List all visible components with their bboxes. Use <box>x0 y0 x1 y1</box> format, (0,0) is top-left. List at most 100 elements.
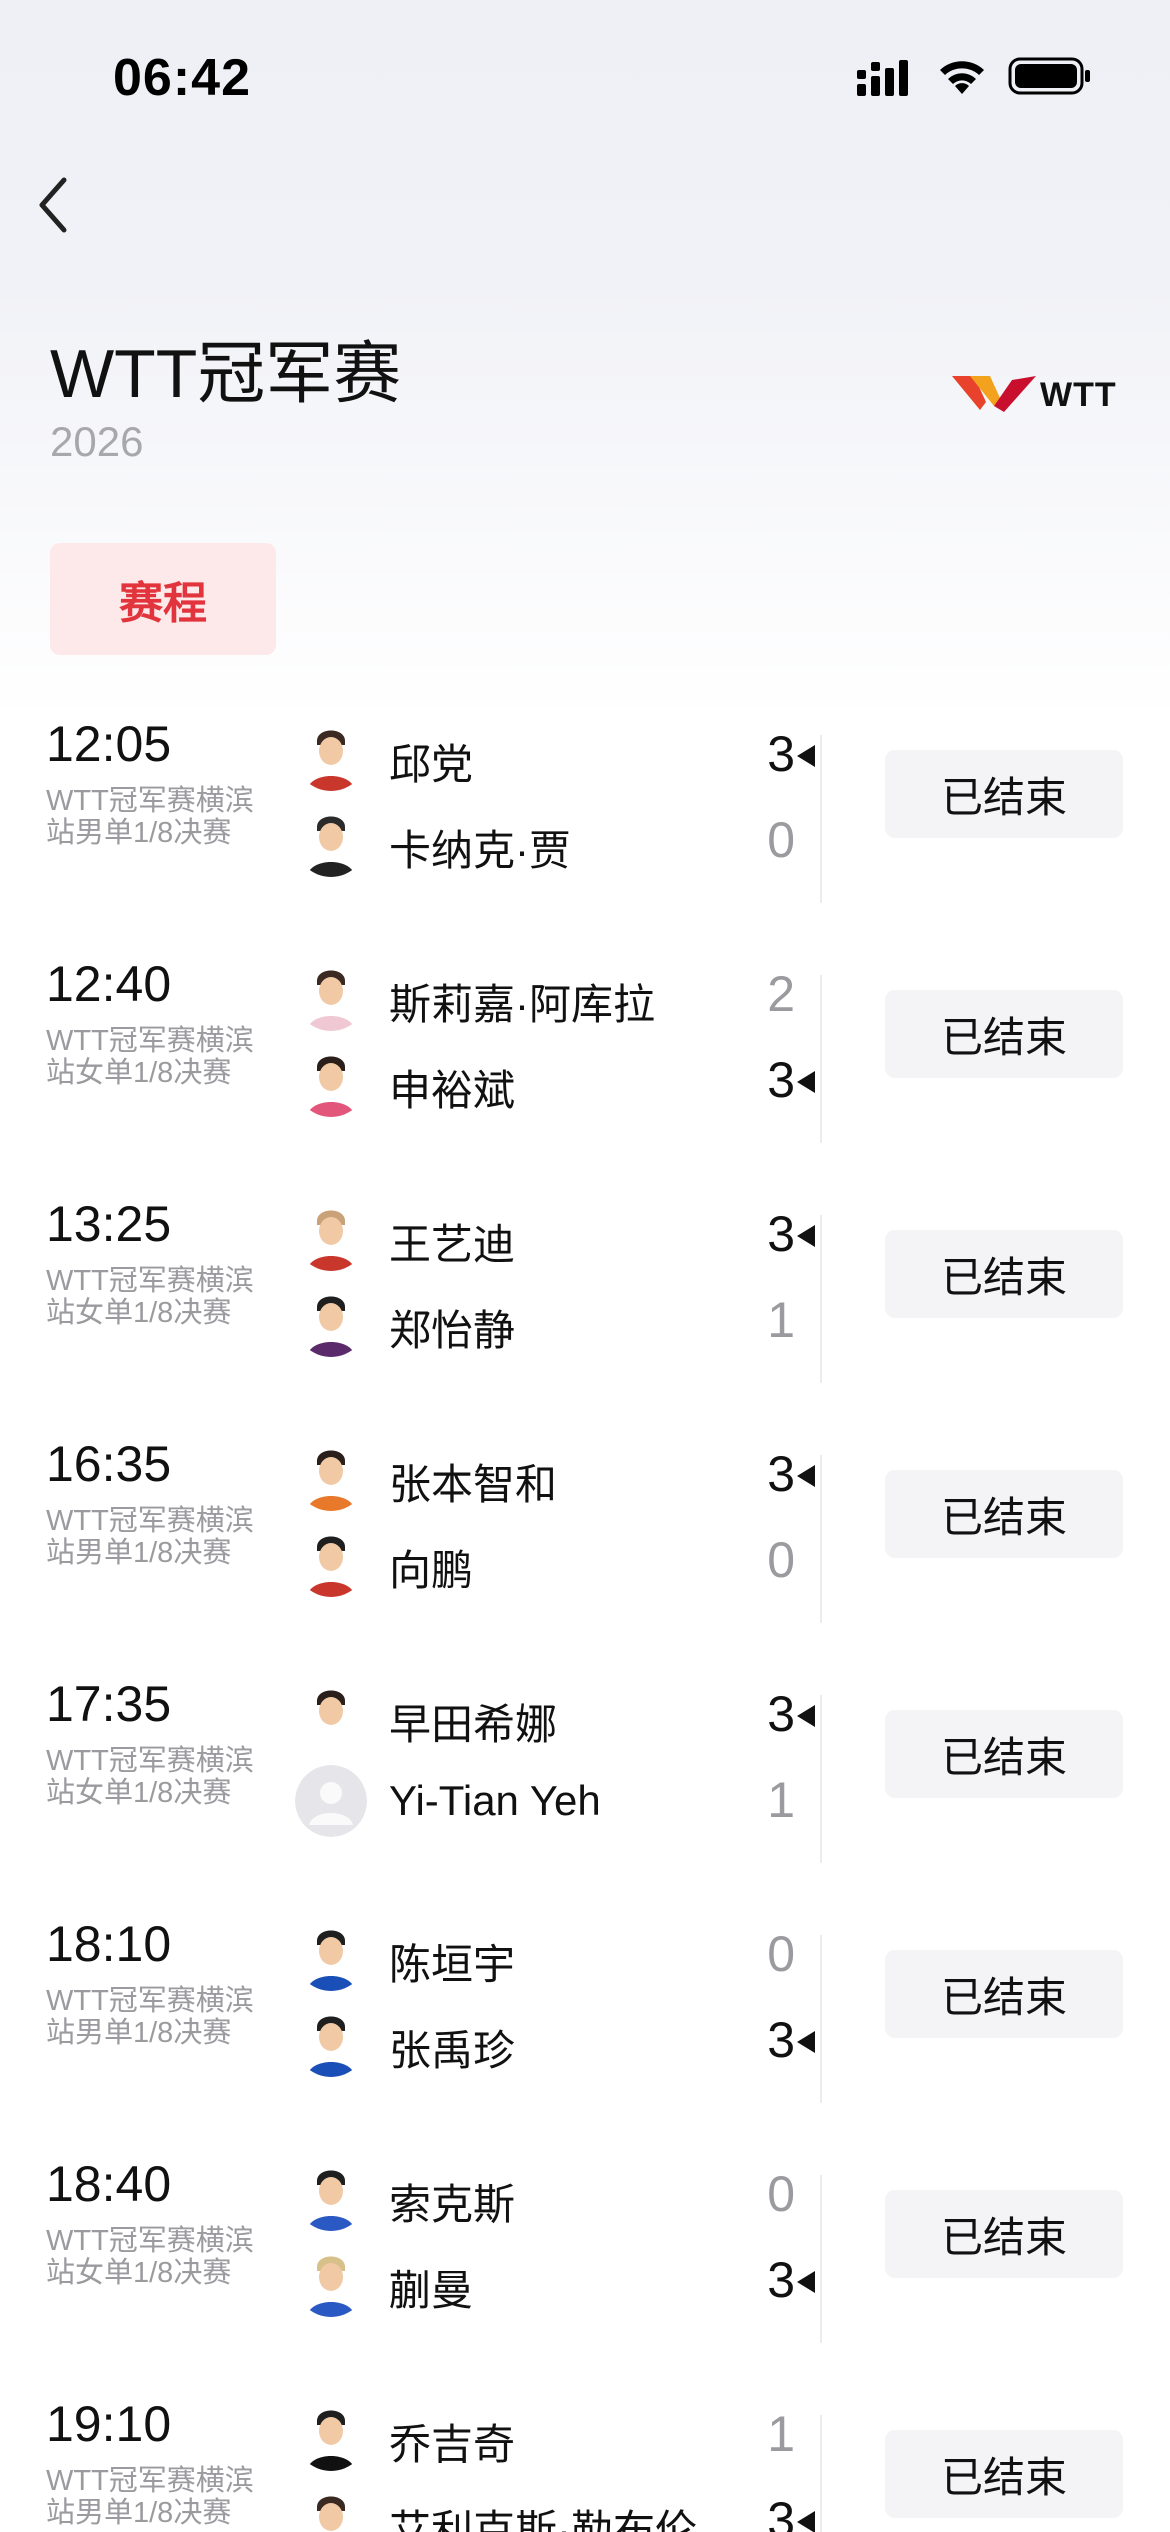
player-name: 乔吉奇 <box>389 2421 516 2468</box>
match-description: WTT冠军赛横滨站女单1/8决赛 <box>46 2225 254 2289</box>
tab-schedule[interactable]: 赛程 <box>50 543 276 655</box>
match-row[interactable]: 12:05 WTT冠军赛横滨站男单1/8决赛 邱党 3 卡纳克·贾 0 已结束 <box>0 715 1170 955</box>
match-status-button[interactable]: 已结束 <box>885 2430 1123 2518</box>
winner-arrow-icon <box>797 1465 815 1487</box>
divider <box>820 735 822 903</box>
divider <box>820 1455 822 1623</box>
wifi-icon <box>940 61 984 94</box>
player-row: 王艺迪 3 <box>295 1195 835 1275</box>
match-row[interactable]: 19:10 WTT冠军赛横滨站男单1/8决赛 乔吉奇 1 艾利克斯·勒布伦 3 已结束 <box>0 2395 1170 2532</box>
player-row: 早田希娜 3 <box>295 1675 835 1755</box>
page-title: WTT冠军赛 <box>50 336 402 412</box>
wtt-logo-text: WTT <box>1040 376 1117 414</box>
match-status-button[interactable]: 已结束 <box>885 750 1123 838</box>
winner-arrow-icon <box>797 2511 815 2532</box>
player-score: 3 <box>767 2252 795 2308</box>
player-score: 3 <box>767 726 795 782</box>
season-year: 2026 <box>50 418 144 465</box>
player-row: 向鹏 0 <box>295 1521 835 1601</box>
battery-icon <box>1008 57 1090 95</box>
match-description: WTT冠军赛横滨站女单1/8决赛 <box>46 1265 254 1329</box>
player-avatar <box>295 1285 367 1357</box>
cellular-signal-icon <box>857 60 908 96</box>
player-name: 斯莉嘉·阿库拉 <box>389 981 655 1028</box>
match-row[interactable]: 18:10 WTT冠军赛横滨站男单1/8决赛 陈垣宇 0 张禹珍 3 已结束 <box>0 1915 1170 2155</box>
match-time: 16:35 <box>46 1436 172 1492</box>
player-name: 向鹏 <box>389 1547 474 1594</box>
match-description: WTT冠军赛横滨站男单1/8决赛 <box>46 1985 254 2049</box>
player-score: 0 <box>767 1532 795 1588</box>
winner-arrow-icon <box>797 1705 815 1727</box>
player-avatar <box>295 2399 367 2471</box>
divider <box>820 975 822 1143</box>
player-row: Yi-Tian Yeh 1 <box>295 1761 835 1841</box>
player-score: 1 <box>767 2406 795 2462</box>
player-name: 郑怡静 <box>389 1307 516 1354</box>
player-name: 卡纳克·贾 <box>389 827 571 874</box>
winner-arrow-icon <box>797 1071 815 1093</box>
match-time: 12:40 <box>46 956 172 1012</box>
match-time: 18:40 <box>46 2156 172 2212</box>
match-time: 19:10 <box>46 2396 172 2452</box>
divider <box>820 2415 822 2532</box>
player-avatar <box>295 1199 367 1271</box>
player-name: 蒯曼 <box>389 2267 474 2314</box>
match-status-button[interactable]: 已结束 <box>885 1470 1123 1558</box>
player-score: 3 <box>767 2492 795 2532</box>
player-name: 陈垣宇 <box>389 1941 516 1988</box>
player-row: 卡纳克·贾 0 <box>295 801 835 881</box>
player-avatar <box>295 719 367 791</box>
match-row[interactable]: 13:25 WTT冠军赛横滨站女单1/8决赛 王艺迪 3 郑怡静 1 已结束 <box>0 1195 1170 1435</box>
match-status-button[interactable]: 已结束 <box>885 1710 1123 1798</box>
player-avatar <box>295 959 367 1031</box>
player-name: 张禹珍 <box>389 2027 516 2074</box>
player-row: 邱党 3 <box>295 715 835 795</box>
player-score: 3 <box>767 1446 795 1502</box>
back-chevron-icon[interactable] <box>30 170 80 240</box>
player-score: 1 <box>767 1772 795 1828</box>
player-score: 3 <box>767 1206 795 1262</box>
match-description: WTT冠军赛横滨站男单1/8决赛 <box>46 2465 254 2529</box>
player-row: 蒯曼 3 <box>295 2241 835 2321</box>
player-row: 陈垣宇 0 <box>295 1915 835 1995</box>
match-status-button[interactable]: 已结束 <box>885 2190 1123 2278</box>
player-avatar <box>295 805 367 877</box>
match-time: 13:25 <box>46 1196 172 1252</box>
player-row: 郑怡静 1 <box>295 1281 835 1361</box>
player-avatar <box>295 2245 367 2317</box>
match-status-button[interactable]: 已结束 <box>885 1230 1123 1318</box>
player-row: 申裕斌 3 <box>295 1041 835 1121</box>
player-row: 张本智和 3 <box>295 1435 835 1515</box>
match-row[interactable]: 17:35 WTT冠军赛横滨站女单1/8决赛 早田希娜 3 Yi-Tian Yeh 1 已结… <box>0 1675 1170 1915</box>
player-name: 王艺迪 <box>389 1221 516 1268</box>
player-avatar <box>295 1919 367 1991</box>
player-score: 1 <box>767 1292 795 1348</box>
player-name: 早田希娜 <box>389 1701 558 1748</box>
player-name: 邱党 <box>389 741 474 788</box>
player-row: 乔吉奇 1 <box>295 2395 835 2475</box>
player-avatar <box>295 2005 367 2077</box>
divider <box>820 2175 822 2343</box>
player-name: 张本智和 <box>389 1461 558 1508</box>
player-avatar <box>295 1525 367 1597</box>
player-name: 申裕斌 <box>389 1067 516 1114</box>
player-name: 索克斯 <box>389 2181 516 2228</box>
match-row[interactable]: 12:40 WTT冠军赛横滨站女单1/8决赛 斯莉嘉·阿库拉 2 申裕斌 3 已结束 <box>0 955 1170 1195</box>
winner-arrow-icon <box>797 2031 815 2053</box>
player-row: 斯莉嘉·阿库拉 2 <box>295 955 835 1035</box>
status-bar: 06:42 <box>0 0 1170 150</box>
player-name: 艾利克斯·勒布伦 <box>389 2507 697 2532</box>
player-avatar <box>295 1439 367 1511</box>
player-score: 3 <box>767 2012 795 2068</box>
player-row: 艾利克斯·勒布伦 3 <box>295 2481 835 2532</box>
winner-arrow-icon <box>797 1225 815 1247</box>
match-description: WTT冠军赛横滨站男单1/8决赛 <box>46 785 254 849</box>
match-row[interactable]: 18:40 WTT冠军赛横滨站女单1/8决赛 索克斯 0 蒯曼 3 已结束 <box>0 2155 1170 2395</box>
match-status-button[interactable]: 已结束 <box>885 1950 1123 2038</box>
match-row[interactable]: 16:35 WTT冠军赛横滨站男单1/8决赛 张本智和 3 向鹏 0 已结束 <box>0 1435 1170 1675</box>
match-time: 18:10 <box>46 1916 172 1972</box>
player-score: 0 <box>767 2166 795 2222</box>
match-description: WTT冠军赛横滨站男单1/8决赛 <box>46 1505 254 1569</box>
match-status-button[interactable]: 已结束 <box>885 990 1123 1078</box>
player-avatar <box>295 1679 367 1751</box>
